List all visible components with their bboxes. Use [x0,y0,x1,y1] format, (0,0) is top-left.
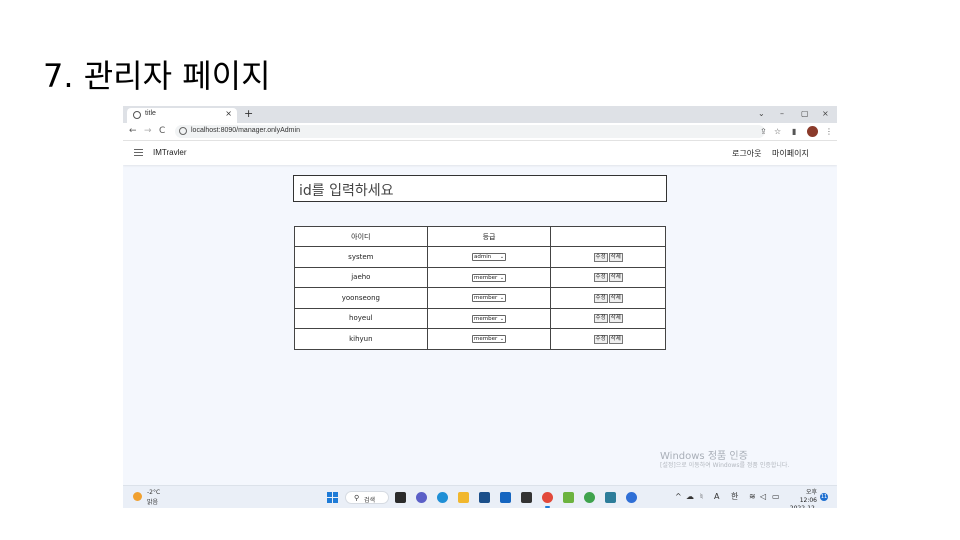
table-row: system admin ⌄ 수정 삭제 [294,246,666,268]
edge-browser-icon[interactable] [437,492,448,503]
weather-temp[interactable]: -2°C [147,489,160,496]
activation-watermark-text: [설정]으로 이동하여 Windows를 정품 인증합니다. [660,462,790,469]
chevron-down-icon: ⌄ [499,254,505,261]
table-row: jaeho member ⌄ 수정 삭제 [294,266,666,288]
tab-title: title [145,110,156,117]
task-view-icon[interactable] [395,492,406,503]
ime-english-indicator[interactable]: A [714,492,719,502]
wifi-icon[interactable]: ≋ [749,492,756,502]
user-id: hoyeul [294,307,428,329]
clock-date: 2022-12-28 [787,505,817,508]
logout-link[interactable]: 로그아웃 [732,148,761,159]
globe-icon [133,111,141,119]
header-id: 아이디 [294,226,428,247]
edit-button[interactable]: 수정 [593,314,608,324]
site-info-icon[interactable] [179,127,187,135]
share-icon[interactable]: ⇪ [760,127,767,137]
notepad-icon[interactable] [605,492,616,503]
grade-select[interactable]: member ⌄ [472,294,507,303]
new-tab-button[interactable]: + [244,107,253,121]
bookmark-star-icon[interactable]: ☆ [774,127,781,137]
edit-button[interactable]: 수정 [593,252,608,262]
menu-kebab-icon[interactable]: ⋮ [825,127,833,137]
delete-button[interactable]: 삭제 [608,293,623,303]
tab-close-icon[interactable]: × [225,109,232,118]
cloud-icon[interactable]: ☁ [686,492,694,502]
weather-sun-icon[interactable] [133,492,142,501]
delete-button[interactable]: 삭제 [608,334,623,344]
delete-button[interactable]: 삭제 [608,273,623,283]
sts-icon[interactable] [584,492,595,503]
address-toolbar: ← → C localhost:8090/manager.onlyAdmin ⇪… [123,123,837,141]
slide-title: 7. 관리자 페이지 [43,57,271,95]
windows-taskbar: -2°C 맑음 ⚲ 검색 ^ ☁ ♮ A 한 ≋ ◁ ▭ 오후 12:06 20… [123,485,837,508]
side-panel-icon[interactable]: ▮ [792,127,796,137]
weather-desc[interactable]: 맑음 [147,497,158,506]
user-table: 아이디 등급 system admin ⌄ 수정 삭제 jaeho member ⌄ … [294,226,666,350]
forward-icon[interactable]: → [144,126,152,137]
app-icon[interactable] [521,492,532,503]
profile-avatar[interactable] [807,126,818,137]
edit-button[interactable]: 수정 [593,293,608,303]
clock-time: 오후 12:06 [799,489,817,504]
reload-icon[interactable]: C [159,126,165,137]
edit-button[interactable]: 수정 [593,273,608,283]
tray-chevron-up-icon[interactable]: ^ [675,492,682,502]
ime-korean-indicator[interactable]: 한 [731,492,738,502]
grade-select[interactable]: member ⌄ [472,335,507,344]
hamburger-menu-icon[interactable] [134,149,143,156]
taskbar-search[interactable]: ⚲ 검색 [345,491,389,504]
volume-icon[interactable]: ◁ [760,492,766,502]
back-icon[interactable]: ← [129,126,137,137]
browser-screenshot: title × + ⌄ – ▢ × ← → C localhost:8090/m… [123,106,837,508]
chrome-browser-icon[interactable] [542,492,553,508]
id-search-input[interactable]: id를 입력하세요 [293,175,667,202]
browser-tab[interactable]: title × [127,108,237,123]
restore-button[interactable]: ▢ [801,108,809,120]
taskbar-search-label: 검색 [364,497,376,504]
table-row: yoonseong member ⌄ 수정 삭제 [294,287,666,309]
search-icon: ⚲ [354,494,360,502]
grade-select[interactable]: admin ⌄ [472,253,507,262]
minimize-button[interactable]: – [780,108,784,120]
grade-select[interactable]: member ⌄ [472,273,507,282]
table-header-row: 아이디 등급 [294,226,666,247]
table-row: hoyeul member ⌄ 수정 삭제 [294,307,666,329]
user-id: yoonseong [294,287,428,309]
chevron-down-icon: ⌄ [499,315,505,322]
url-bar[interactable]: localhost:8090/manager.onlyAdmin [175,125,765,138]
chevron-down-icon: ⌄ [499,336,505,343]
user-id: system [294,246,428,268]
app-icon[interactable] [626,492,637,503]
chevron-down-icon: ⌄ [499,295,505,302]
brand-link[interactable]: IMTravler [153,148,186,157]
header-actions [550,226,666,247]
delete-button[interactable]: 삭제 [608,252,623,262]
user-id: jaeho [294,266,428,288]
url-text: localhost:8090/manager.onlyAdmin [191,127,300,134]
user-id: kihyun [294,328,428,350]
battery-icon[interactable]: ▭ [772,492,780,502]
table-row: kihyun member ⌄ 수정 삭제 [294,328,666,350]
spring-tool-icon[interactable] [563,492,574,503]
file-explorer-icon[interactable] [458,492,469,503]
close-window-button[interactable]: × [822,108,829,120]
mypage-link[interactable]: 마이페이지 [772,148,809,159]
chevron-down-icon: ⌄ [499,274,505,281]
windows-start-icon[interactable] [327,492,338,503]
store-icon[interactable] [479,492,490,503]
chat-icon[interactable] [416,492,427,503]
mail-icon[interactable] [500,492,511,503]
app-navbar: IMTravler 로그아웃 마이페이지 [123,141,837,165]
grade-select[interactable]: member ⌄ [472,314,507,323]
tab-search-icon[interactable]: ⌄ [758,108,765,120]
tab-strip: title × + ⌄ – ▢ × [123,106,837,123]
delete-button[interactable]: 삭제 [608,314,623,324]
microphone-icon[interactable]: ♮ [700,492,703,502]
notification-badge[interactable]: 11 [820,493,828,501]
edit-button[interactable]: 수정 [593,334,608,344]
header-grade: 등급 [426,226,552,247]
system-clock[interactable]: 오후 12:06 2022-12-28 [787,489,817,508]
